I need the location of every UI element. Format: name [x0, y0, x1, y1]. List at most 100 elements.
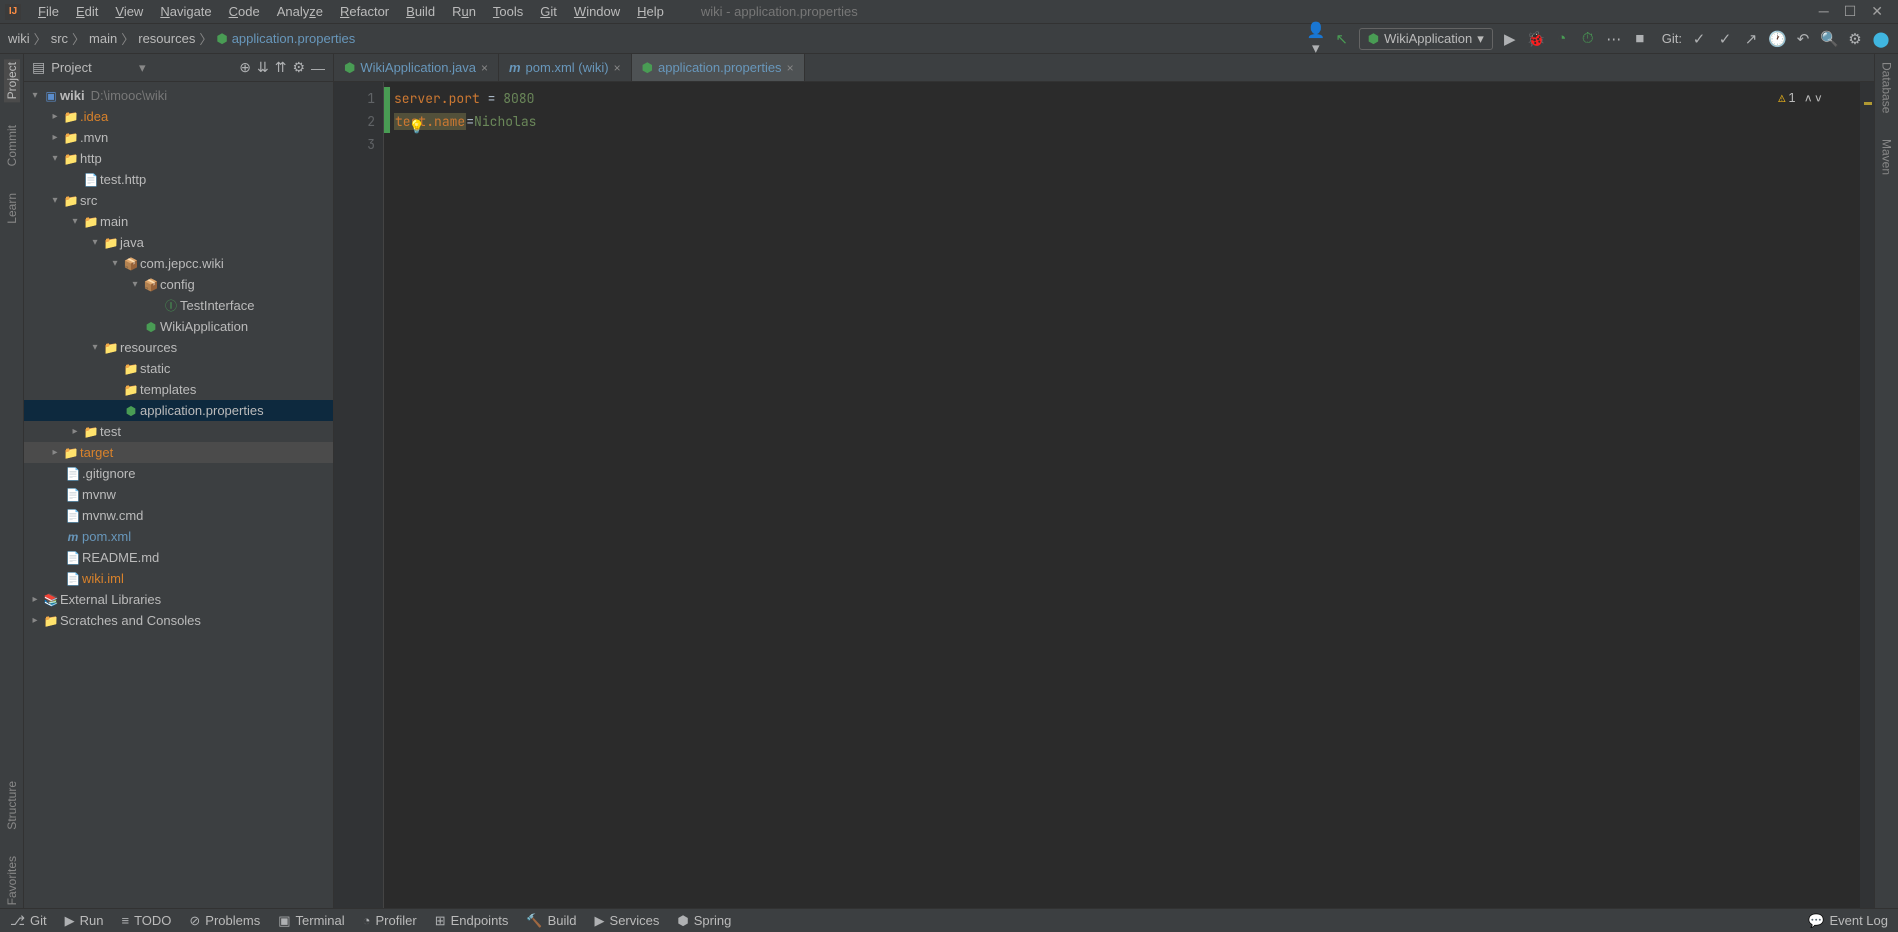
- stop-icon[interactable]: ■: [1631, 30, 1649, 47]
- menu-view[interactable]: View: [108, 2, 150, 21]
- coverage-icon[interactable]: ◔: [1553, 30, 1571, 47]
- run-icon[interactable]: ▶: [1501, 30, 1519, 48]
- expand-all-icon[interactable]: ⇊: [257, 59, 269, 76]
- tree-resources[interactable]: ▾📁resources: [24, 337, 333, 358]
- status-endpoints[interactable]: ⊞Endpoints: [435, 913, 509, 929]
- left-tab-project[interactable]: Project: [4, 59, 20, 102]
- tab-pom[interactable]: mpom.xml (wiki)×: [499, 54, 632, 81]
- search-icon[interactable]: 🔍: [1820, 30, 1838, 48]
- menu-file[interactable]: File: [31, 2, 66, 21]
- menu-window[interactable]: Window: [567, 2, 627, 21]
- tree-pkg[interactable]: ▾📦com.jepcc.wiki: [24, 253, 333, 274]
- git-rollback-icon[interactable]: ↶: [1794, 30, 1812, 48]
- left-tab-learn[interactable]: Learn: [4, 190, 20, 227]
- run-config-selector[interactable]: ⬢ WikiApplication ▾: [1359, 28, 1493, 50]
- tree-mvnwcmd[interactable]: 📄mvnw.cmd: [24, 505, 333, 526]
- breadcrumb-resources[interactable]: resources: [138, 31, 195, 46]
- menu-edit[interactable]: Edit: [69, 2, 105, 21]
- debug-icon[interactable]: 🐞: [1527, 30, 1545, 48]
- tree-mvnw[interactable]: 📄mvnw: [24, 484, 333, 505]
- inspection-widget[interactable]: ⚠ 1 ∧ ∨: [1778, 87, 1822, 110]
- tab-wikiapplication[interactable]: ⬢WikiApplication.java×: [334, 54, 499, 81]
- prev-highlight-icon[interactable]: ∧: [1805, 87, 1812, 110]
- hammer-back-icon[interactable]: ↖: [1333, 30, 1351, 48]
- minimize-icon[interactable]: ─: [1819, 3, 1829, 20]
- tree-testinterface[interactable]: ⒾTestInterface: [24, 295, 333, 316]
- git-pull-icon[interactable]: ✓: [1690, 30, 1708, 48]
- left-tab-structure[interactable]: Structure: [4, 778, 20, 833]
- menu-tools[interactable]: Tools: [486, 2, 530, 21]
- status-run[interactable]: ▶Run: [65, 913, 104, 929]
- status-todo[interactable]: ≡TODO: [121, 913, 171, 928]
- tree-java[interactable]: ▾📁java: [24, 232, 333, 253]
- close-tab-icon[interactable]: ×: [481, 61, 488, 75]
- tree-src[interactable]: ▾📁src: [24, 190, 333, 211]
- breadcrumb-main[interactable]: main: [89, 31, 117, 46]
- bulb-icon[interactable]: 💡: [409, 115, 425, 138]
- hide-icon[interactable]: —: [311, 60, 325, 76]
- close-tab-icon[interactable]: ×: [787, 61, 794, 75]
- right-tab-database[interactable]: Database: [1879, 59, 1895, 116]
- tree-readme[interactable]: 📄README.md: [24, 547, 333, 568]
- tree-appprops[interactable]: ⬢application.properties: [24, 400, 333, 421]
- select-opened-icon[interactable]: ⊕: [239, 59, 251, 76]
- tree-mvn[interactable]: ▸📁.mvn: [24, 127, 333, 148]
- collapse-all-icon[interactable]: ⇈: [275, 59, 287, 76]
- status-terminal[interactable]: ▣Terminal: [278, 913, 344, 929]
- git-commit-icon[interactable]: ✓: [1716, 30, 1734, 48]
- tree-http[interactable]: ▾📁http: [24, 148, 333, 169]
- status-services[interactable]: ▶Services: [595, 913, 660, 929]
- close-icon[interactable]: ✕: [1871, 3, 1883, 20]
- right-tab-maven[interactable]: Maven: [1879, 136, 1895, 178]
- tree-test[interactable]: ▸📁test: [24, 421, 333, 442]
- tree-scratches[interactable]: ▸📁Scratches and Consoles: [24, 610, 333, 631]
- tree-target[interactable]: ▸📁target: [24, 442, 333, 463]
- status-eventlog[interactable]: 💬Event Log: [1808, 913, 1888, 929]
- tree-static[interactable]: 📁static: [24, 358, 333, 379]
- status-profiler[interactable]: ◔Profiler: [363, 913, 417, 928]
- tab-appprops[interactable]: ⬢application.properties×: [632, 54, 805, 81]
- menu-git[interactable]: Git: [533, 2, 564, 21]
- status-build[interactable]: 🔨Build: [526, 913, 576, 929]
- git-push-icon[interactable]: ↗: [1742, 30, 1760, 48]
- menu-refactor[interactable]: Refactor: [333, 2, 396, 21]
- status-git[interactable]: ⎇Git: [10, 913, 47, 929]
- tree-config[interactable]: ▾📦config: [24, 274, 333, 295]
- tree-extlib[interactable]: ▸📚External Libraries: [24, 589, 333, 610]
- settings-icon[interactable]: ⚙: [1846, 30, 1864, 48]
- menu-help[interactable]: Help: [630, 2, 671, 21]
- breadcrumb-wiki[interactable]: wiki: [8, 31, 30, 46]
- tree-root[interactable]: ▾▣wikiD:\imooc\wiki: [24, 85, 333, 106]
- menu-run[interactable]: Run: [445, 2, 483, 21]
- tree-templates[interactable]: 📁templates: [24, 379, 333, 400]
- tree-gitignore[interactable]: 📄.gitignore: [24, 463, 333, 484]
- project-view-icon[interactable]: ▤: [32, 59, 45, 76]
- status-spring[interactable]: ⬢Spring: [677, 913, 731, 929]
- gear-icon[interactable]: ⚙: [292, 59, 305, 76]
- project-tree[interactable]: ▾▣wikiD:\imooc\wiki ▸📁.idea ▸📁.mvn ▾📁htt…: [24, 82, 333, 908]
- menu-code[interactable]: Code: [222, 2, 267, 21]
- code-editor[interactable]: 1 2 3 server.port = 8080 te💡st.name=Nich…: [334, 82, 1874, 908]
- breadcrumb-file[interactable]: application.properties: [232, 31, 356, 46]
- tree-pomxml[interactable]: mpom.xml: [24, 526, 333, 547]
- code-content[interactable]: server.port = 8080 te💡st.name=Nicholas ⚠…: [384, 82, 1860, 908]
- help-icon[interactable]: ⬤: [1872, 30, 1890, 48]
- tree-main[interactable]: ▾📁main: [24, 211, 333, 232]
- profile-icon[interactable]: ⏱: [1579, 30, 1597, 47]
- tree-idea[interactable]: ▸📁.idea: [24, 106, 333, 127]
- menu-navigate[interactable]: Navigate: [153, 2, 218, 21]
- breadcrumb-src[interactable]: src: [51, 31, 68, 46]
- code-line-1[interactable]: server.port = 8080: [394, 87, 1850, 110]
- tree-wikiiml[interactable]: 📄wiki.iml: [24, 568, 333, 589]
- code-line-2[interactable]: te💡st.name=Nicholas: [394, 110, 1850, 133]
- status-problems[interactable]: ⊘Problems: [189, 913, 260, 929]
- next-highlight-icon[interactable]: ∨: [1815, 87, 1822, 110]
- chevron-down-icon[interactable]: ▾: [139, 60, 146, 76]
- maximize-icon[interactable]: ☐: [1844, 3, 1857, 20]
- git-history-icon[interactable]: 🕐: [1768, 30, 1786, 48]
- menu-analyze[interactable]: Analyze: [270, 2, 330, 21]
- user-icon[interactable]: 👤▾: [1307, 21, 1325, 57]
- annotation-stripe[interactable]: [1860, 82, 1874, 908]
- warning-stripe-mark[interactable]: [1864, 102, 1872, 105]
- left-tab-favorites[interactable]: Favorites: [4, 853, 20, 908]
